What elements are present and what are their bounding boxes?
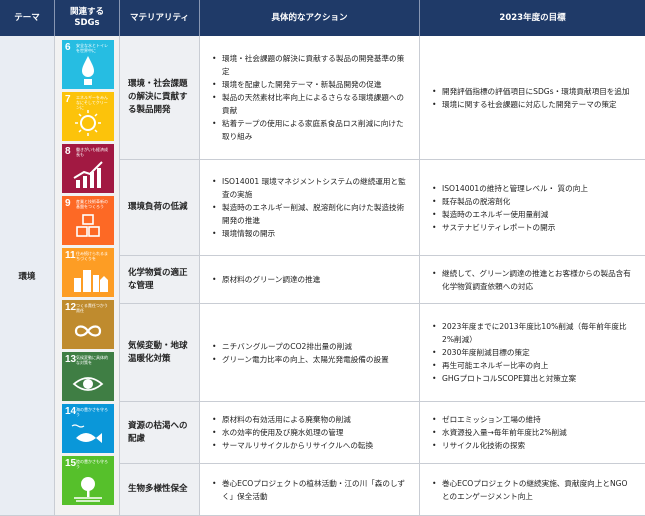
list-item: 原材料の有効活用による廃棄物の削減 <box>212 413 373 426</box>
sdg-11-tile: 11 住み続けられるまちづくりを <box>62 248 114 297</box>
sdg-number: 12 <box>65 302 77 313</box>
materiality-cell-1: 環境・社会課題の解決に貢献する製品開発 <box>120 36 200 160</box>
sdg-14-tile: 14 海の豊かさを守ろう <box>62 404 114 453</box>
sdg-number: 15 <box>65 458 77 469</box>
list-item: リサイクル化技術の探索 <box>432 439 567 452</box>
sdg-caption: 働きがいも経済成長も <box>76 147 108 157</box>
header-materiality: マテリアリティ <box>120 0 200 36</box>
sdg-caption: つくる責任つかう責任 <box>76 303 108 313</box>
header-sdgs: 関連する SDGs <box>55 0 120 36</box>
actions-cell-4: ニチバングループのCO2排出量の削減 グリーン電力比率の向上、太陽光発電設備の設… <box>200 304 420 402</box>
actions-cell-3: 原材料のグリーン調達の推進 <box>200 256 420 304</box>
list-item: 水の効率的使用及び廃水処理の管理 <box>212 426 373 439</box>
actions-list: ISO14001 環境マネジメントシステムの継続運用と監査の実施 製造時のエネル… <box>212 175 409 240</box>
actions-cell-5: 原材料の有効活用による廃棄物の削減 水の効率的使用及び廃水処理の管理 サーマルリ… <box>200 402 420 464</box>
list-item: サーマルリサイクルからリサイクルへの転換 <box>212 439 373 452</box>
sdg-number: 11 <box>65 250 76 261</box>
list-item: ゼロエミッション工場の維持 <box>432 413 567 426</box>
sdg-12-tile: 12 つくる責任つかう責任 <box>62 300 114 349</box>
list-item: グリーン電力比率の向上、太陽光発電設備の設置 <box>212 353 389 366</box>
list-item: GHGプロトコルSCOPE算出と対策立案 <box>432 372 635 385</box>
materiality-table: テーマ 関連する SDGs マテリアリティ 具体的なアクション 2023年度の目… <box>0 0 645 516</box>
sdg-number: 13 <box>65 354 77 365</box>
list-item: 環境に関する社会課題に対応した開発テーマの策定 <box>432 98 630 111</box>
list-item: 2030年度削減目標の策定 <box>432 346 635 359</box>
sdg-caption: 海の豊かさを守ろう <box>76 407 108 417</box>
materiality-cell-6: 生物多様性保全 <box>120 464 200 516</box>
list-item: 原材料のグリーン調達の推進 <box>212 273 320 286</box>
theme-label: 環境 <box>18 271 36 282</box>
list-item: ニチバングループのCO2排出量の削減 <box>212 340 389 353</box>
sdg-number: 9 <box>65 198 71 209</box>
sdg-caption: 陸の豊かさも守ろう <box>76 459 108 469</box>
list-item: 既存製品の脱溶剤化 <box>432 195 588 208</box>
sdg-number: 14 <box>65 406 77 417</box>
actions-list: ニチバングループのCO2排出量の削減 グリーン電力比率の向上、太陽光発電設備の設… <box>212 340 389 366</box>
goals-cell-4: 2023年度までに2013年度比10%削減（毎年前年度比2%削減） 2030年度… <box>420 304 645 402</box>
sdg-number: 6 <box>65 42 71 53</box>
materiality-cell-2: 環境負荷の低減 <box>120 160 200 256</box>
goals-list: ゼロエミッション工場の維持 水資源投入量→毎年前年度比2%削減 リサイクル化技術… <box>432 413 567 452</box>
sdg-8-tile: 8 働きがいも経済成長も <box>62 144 114 193</box>
goals-list: 開発評価指標の評価項目にSDGs・環境貢献項目を追加 環境に関する社会課題に対応… <box>432 85 630 111</box>
actions-list: 原材料の有効活用による廃棄物の削減 水の効率的使用及び廃水処理の管理 サーマルリ… <box>212 413 373 452</box>
sdg-caption: 安全な水とトイレを世界中に <box>76 43 108 53</box>
sdg-6-tile: 6 安全な水とトイレを世界中に <box>62 40 114 89</box>
list-item: 粘着テープの使用による家庭系食品ロス削減に向けた取り組み <box>212 117 409 143</box>
actions-list: 原材料のグリーン調達の推進 <box>212 273 320 286</box>
goals-cell-5: ゼロエミッション工場の維持 水資源投入量→毎年前年度比2%削減 リサイクル化技術… <box>420 402 645 464</box>
sdg-15-tile: 15 陸の豊かさも守ろう <box>62 456 114 505</box>
sdg-9-tile: 9 産業と技術革新の基盤をつくろう <box>62 196 114 245</box>
header-actions: 具体的なアクション <box>200 0 420 36</box>
materiality-cell-5: 資源の枯渇への配慮 <box>120 402 200 464</box>
sdg-caption: 産業と技術革新の基盤をつくろう <box>76 199 108 209</box>
list-item: ISO14001 環境マネジメントシステムの継続運用と監査の実施 <box>212 175 409 201</box>
list-item: 環境・社会課題の解決に貢献する製品の開発基準の策定 <box>212 52 409 78</box>
actions-list: 巻心ECOプロジェクトの植林活動・江の川「森のしずく」保全活動 <box>212 477 409 503</box>
list-item: 再生可能エネルギー比率の向上 <box>432 359 635 372</box>
sdg-caption: 住み続けられるまちづくりを <box>76 251 108 261</box>
actions-cell-6: 巻心ECOプロジェクトの植林活動・江の川「森のしずく」保全活動 <box>200 464 420 516</box>
materiality-cell-4: 気候変動・地球温暖化対策 <box>120 304 200 402</box>
list-item: 2023年度までに2013年度比10%削減（毎年前年度比2%削減） <box>432 320 635 346</box>
header-theme: テーマ <box>0 0 55 36</box>
list-item: 巻心ECOプロジェクトの継続実施、貢献度向上とNGOとのエンゲージメント向上 <box>432 477 635 503</box>
materiality-cell-3: 化学物質の適正な管理 <box>120 256 200 304</box>
sdg-number: 8 <box>65 146 71 157</box>
goals-list: 継続して、グリーン調達の推進とお客様からの製品含有化学物質調査依頼への対応 <box>432 267 635 293</box>
sdg-7-tile: 7 エネルギーをみんなにそしてクリーンに <box>62 92 114 141</box>
list-item: サステナビリティレポートの開示 <box>432 221 588 234</box>
sdg-caption: 気候変動に具体的な対策を <box>76 355 108 365</box>
actions-list: 環境・社会課題の解決に貢献する製品の開発基準の策定 環境を配慮した開発テーマ・新… <box>212 52 409 143</box>
list-item: 開発評価指標の評価項目にSDGs・環境貢献項目を追加 <box>432 85 630 98</box>
goals-list: 巻心ECOプロジェクトの継続実施、貢献度向上とNGOとのエンゲージメント向上 <box>432 477 635 503</box>
actions-cell-1: 環境・社会課題の解決に貢献する製品の開発基準の策定 環境を配慮した開発テーマ・新… <box>200 36 420 160</box>
theme-cell: 環境 <box>0 36 55 516</box>
list-item: 環境情報の開示 <box>212 227 409 240</box>
goals-cell-2: ISO14001の維持と管理レベル・ 質の向上 既存製品の脱溶剤化 製造時のエネ… <box>420 160 645 256</box>
actions-cell-2: ISO14001 環境マネジメントシステムの継続運用と監査の実施 製造時のエネル… <box>200 160 420 256</box>
goals-list: ISO14001の維持と管理レベル・ 質の向上 既存製品の脱溶剤化 製造時のエネ… <box>432 182 588 234</box>
goals-cell-3: 継続して、グリーン調達の推進とお客様からの製品含有化学物質調査依頼への対応 <box>420 256 645 304</box>
list-item: 製品の天然素材比率向上によるさらなる環境課題への貢献 <box>212 91 409 117</box>
sdg-caption: エネルギーをみんなにそしてクリーンに <box>76 95 108 110</box>
goals-list: 2023年度までに2013年度比10%削減（毎年前年度比2%削減） 2030年度… <box>432 320 635 385</box>
list-item: 環境を配慮した開発テーマ・新製品開発の促進 <box>212 78 409 91</box>
header-goals: 2023年度の目標 <box>420 0 645 36</box>
list-item: ISO14001の維持と管理レベル・ 質の向上 <box>432 182 588 195</box>
list-item: 水資源投入量→毎年前年度比2%削減 <box>432 426 567 439</box>
list-item: 継続して、グリーン調達の推進とお客様からの製品含有化学物質調査依頼への対応 <box>432 267 635 293</box>
sdg-number: 7 <box>65 94 71 105</box>
goals-cell-6: 巻心ECOプロジェクトの継続実施、貢献度向上とNGOとのエンゲージメント向上 <box>420 464 645 516</box>
list-item: 製造時のエネルギー使用量削減 <box>432 208 588 221</box>
list-item: 巻心ECOプロジェクトの植林活動・江の川「森のしずく」保全活動 <box>212 477 409 503</box>
list-item: 製造時のエネルギー削減、脱溶剤化に向けた製造技術開発の推進 <box>212 201 409 227</box>
goals-cell-1: 開発評価指標の評価項目にSDGs・環境貢献項目を追加 環境に関する社会課題に対応… <box>420 36 645 160</box>
sdg-13-tile: 13 気候変動に具体的な対策を <box>62 352 114 401</box>
